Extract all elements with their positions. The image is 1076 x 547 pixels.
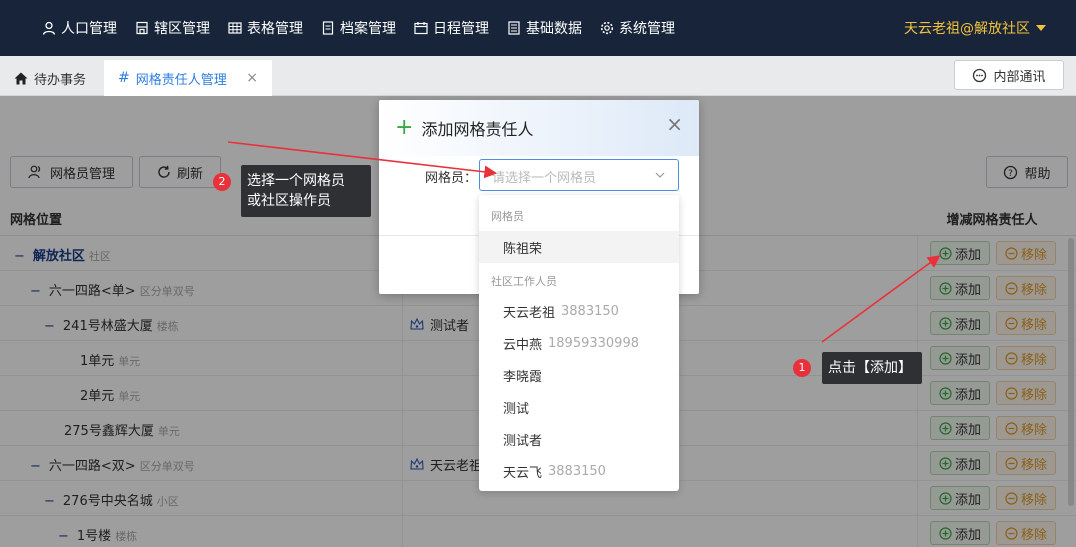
step2-line1: 选择一个网格员 <box>247 173 345 189</box>
arrow-step1 <box>821 255 941 343</box>
step2-line2: 或社区操作员 <box>247 193 331 209</box>
step2-tooltip: 选择一个网格员 或社区操作员 <box>241 165 371 217</box>
annotation-arrows <box>227 141 941 343</box>
step1-badge: 1 <box>793 359 811 377</box>
step2-badge: 2 <box>213 173 231 191</box>
step1-text: 点击【添加】 <box>828 360 912 376</box>
step1-tooltip: 点击【添加】 <box>822 352 922 384</box>
